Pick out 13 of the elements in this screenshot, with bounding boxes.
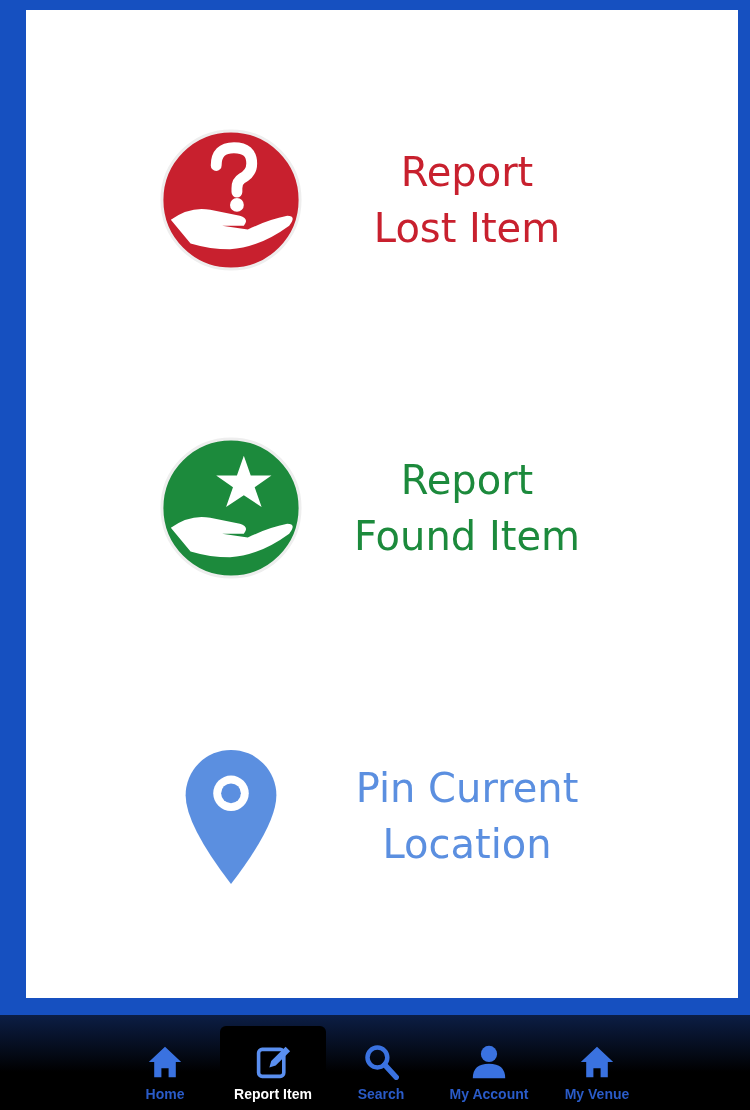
- home-icon: [147, 1044, 183, 1080]
- tab[interactable]: My Account: [436, 1026, 542, 1110]
- tab[interactable]: My Venue: [544, 1026, 650, 1110]
- action-link[interactable]: Report Lost Item: [337, 144, 597, 256]
- tab[interactable]: Home: [112, 1026, 218, 1110]
- tab[interactable]: Search: [328, 1026, 434, 1110]
- edit-icon: [255, 1044, 291, 1080]
- search-icon: [363, 1044, 399, 1080]
- person-icon: [471, 1044, 507, 1080]
- action-link[interactable]: Pin Current Location: [337, 760, 597, 872]
- action-link[interactable]: Report Found Item: [337, 452, 597, 564]
- home-icon: [579, 1044, 615, 1080]
- hand-question-icon[interactable]: [157, 126, 305, 274]
